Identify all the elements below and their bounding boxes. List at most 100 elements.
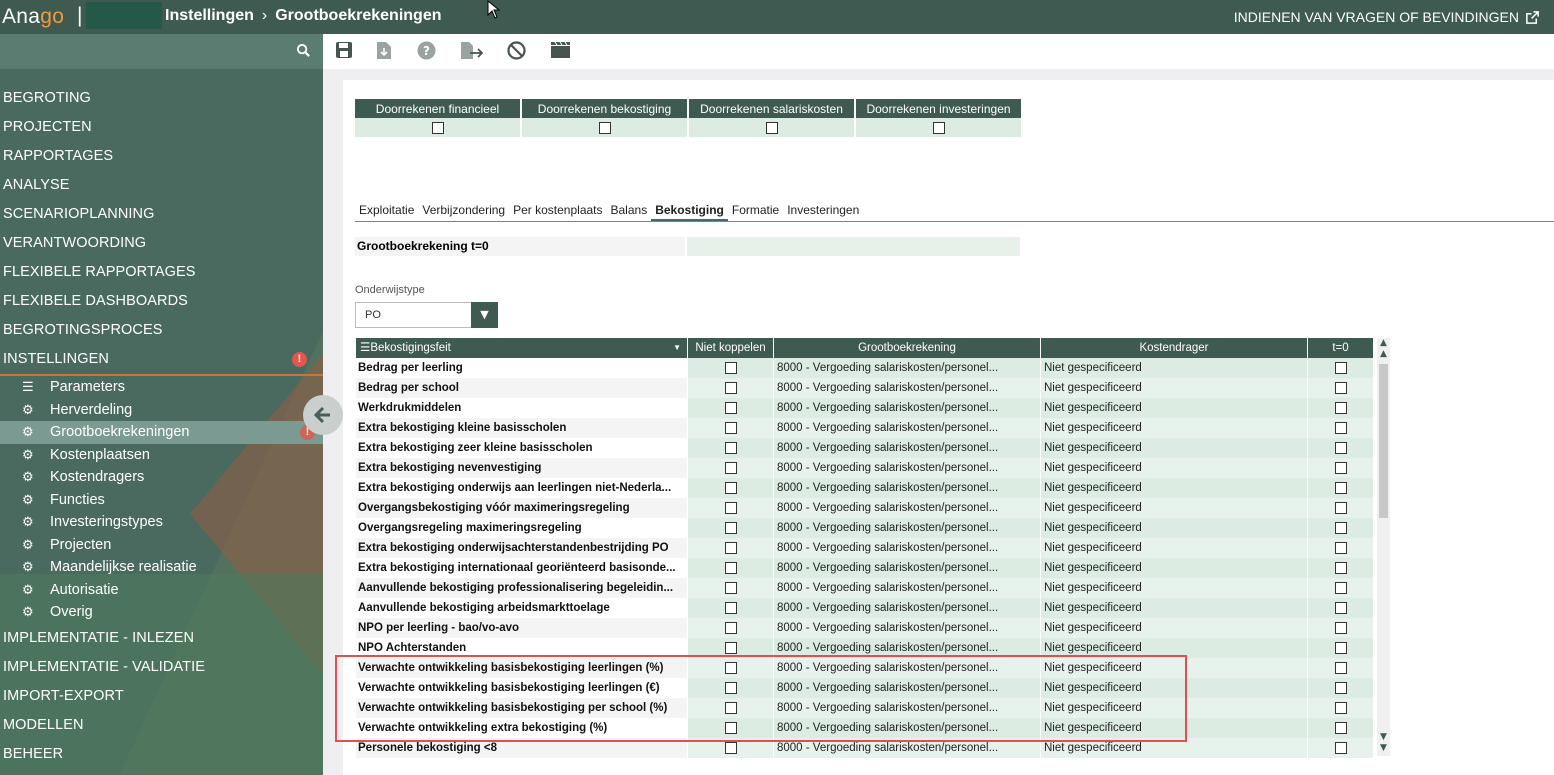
t0-checkbox[interactable] [1334, 561, 1347, 574]
kostendrager-cell[interactable]: Niet gespecificeerd [1041, 358, 1308, 378]
kostendrager-cell[interactable]: Niet gespecificeerd [1041, 538, 1308, 558]
grootboekrekening-cell[interactable]: 8000 - Vergoeding salariskosten/personel… [774, 598, 1041, 618]
grootboekrekening-cell[interactable]: 8000 - Vergoeding salariskosten/personel… [774, 498, 1041, 518]
niet-koppelen-checkbox[interactable] [724, 501, 737, 514]
grootboekrekening-cell[interactable]: 8000 - Vergoeding salariskosten/personel… [774, 618, 1041, 638]
table-row[interactable]: Extra bekostiging internationaal georiën… [356, 558, 1374, 578]
niet-koppelen-checkbox[interactable] [724, 361, 737, 374]
niet-koppelen-checkbox[interactable] [724, 621, 737, 634]
t0-checkbox[interactable] [1334, 541, 1347, 554]
tab-bekostiging[interactable]: Bekostiging [651, 202, 728, 221]
grootboekrekening-cell[interactable]: 8000 - Vergoeding salariskosten/personel… [774, 438, 1041, 458]
kostendrager-cell[interactable]: Niet gespecificeerd [1041, 618, 1308, 638]
menu-item-flexibele-rapportages[interactable]: FLEXIBELE RAPPORTAGES [0, 258, 323, 287]
doorrekenen-financieel-checkbox[interactable] [431, 122, 444, 135]
submenu-item-projecten[interactable]: ⚙ Projecten [0, 534, 323, 557]
niet-koppelen-checkbox[interactable] [724, 481, 737, 494]
t0-checkbox[interactable] [1334, 581, 1347, 594]
t0-checkbox[interactable] [1334, 421, 1347, 434]
t0-checkbox[interactable] [1334, 701, 1347, 714]
search-icon[interactable] [296, 43, 311, 62]
t0-checkbox[interactable] [1334, 521, 1347, 534]
niet-koppelen-checkbox[interactable] [724, 421, 737, 434]
niet-koppelen-checkbox[interactable] [724, 521, 737, 534]
menu-item-implementatie-validatie[interactable]: IMPLEMENTATIE - VALIDATIE [0, 653, 323, 682]
kostendrager-cell[interactable]: Niet gespecificeerd [1041, 498, 1308, 518]
menu-item-beheer[interactable]: BEHEER [0, 740, 323, 769]
submenu-item-investeringstypes[interactable]: ⚙ Investeringstypes [0, 511, 323, 534]
kostendrager-cell[interactable]: Niet gespecificeerd [1041, 418, 1308, 438]
save-icon[interactable] [333, 41, 355, 63]
onderwijstype-select[interactable]: PO ▼ [355, 302, 498, 328]
niet-koppelen-checkbox[interactable] [724, 741, 737, 754]
tab-investeringen[interactable]: Investeringen [783, 202, 863, 221]
menu-item-implementatie-inlezen[interactable]: IMPLEMENTATIE - INLEZEN [0, 624, 323, 653]
menu-item-instellingen[interactable]: INSTELLINGEN! [0, 345, 323, 374]
grootboekrekening-cell[interactable]: 8000 - Vergoeding salariskosten/personel… [774, 378, 1041, 398]
menu-item-begrotingsproces[interactable]: BEGROTINGSPROCES [0, 316, 323, 345]
t0-checkbox[interactable] [1334, 501, 1347, 514]
niet-koppelen-checkbox[interactable] [724, 441, 737, 454]
niet-koppelen-checkbox[interactable] [724, 461, 737, 474]
table-row[interactable]: NPO per leerling - bao/vo-avo 8000 - Verg… [356, 618, 1374, 638]
grootboek-t0-value[interactable] [687, 237, 1020, 256]
niet-koppelen-checkbox[interactable] [724, 401, 737, 414]
table-row[interactable]: Extra bekostiging onderwijsachterstanden… [356, 538, 1374, 558]
doorrekenen-salariskosten-checkbox[interactable] [765, 122, 778, 135]
submenu-item-grootboekrekeningen[interactable]: ⚙ Grootboekrekeningen! [0, 421, 323, 444]
t0-checkbox[interactable] [1334, 401, 1347, 414]
scrollbar-thumb[interactable] [1379, 364, 1388, 518]
grootboekrekening-cell[interactable]: 8000 - Vergoeding salariskosten/personel… [774, 478, 1041, 498]
grootboekrekening-cell[interactable]: 8000 - Vergoeding salariskosten/personel… [774, 398, 1041, 418]
niet-koppelen-checkbox[interactable] [724, 541, 737, 554]
grootboekrekening-cell[interactable]: 8000 - Vergoeding salariskosten/personel… [774, 558, 1041, 578]
column-header-bekostigingsfeit[interactable]: ☰Bekostigingsfeit ▼ [356, 338, 688, 358]
tab-balans[interactable]: Balans [607, 202, 652, 221]
t0-checkbox[interactable] [1334, 441, 1347, 454]
export-icon[interactable] [459, 41, 485, 63]
sidebar-search[interactable] [0, 34, 323, 69]
kostendrager-cell[interactable]: Niet gespecificeerd [1041, 438, 1308, 458]
scroll-up-icon[interactable]: ▲ ▲ [1377, 338, 1390, 362]
column-header-kostendrager[interactable]: Kostendrager [1041, 338, 1308, 358]
download-icon[interactable] [373, 41, 395, 63]
help-icon[interactable]: ? [415, 41, 437, 63]
submenu-item-autorisatie[interactable]: ⚙ Autorisatie [0, 579, 323, 602]
doorrekenen-investeringen-checkbox[interactable] [932, 122, 945, 135]
table-row[interactable]: Extra bekostiging zeer kleine basisschol… [356, 438, 1374, 458]
kostendrager-cell[interactable]: Niet gespecificeerd [1041, 578, 1308, 598]
submenu-item-parameters[interactable]: ☰ Parameters [0, 376, 323, 399]
niet-koppelen-checkbox[interactable] [724, 381, 737, 394]
t0-checkbox[interactable] [1334, 481, 1347, 494]
grid-scrollbar[interactable]: ▲ ▲ ▼ ▼ [1377, 338, 1390, 756]
table-row[interactable]: Bedrag per school 8000 - Vergoeding salar… [356, 378, 1374, 398]
table-row[interactable]: Aanvullende bekostiging professionaliser… [356, 578, 1374, 598]
kostendrager-cell[interactable]: Niet gespecificeerd [1041, 378, 1308, 398]
grootboekrekening-cell[interactable]: 8000 - Vergoeding salariskosten/personel… [774, 458, 1041, 478]
chevron-down-icon[interactable]: ▼ [471, 302, 498, 328]
tab-exploitatie[interactable]: Exploitatie [355, 202, 418, 221]
niet-koppelen-checkbox[interactable] [724, 601, 737, 614]
kostendrager-cell[interactable]: Niet gespecificeerd [1041, 518, 1308, 538]
grootboekrekening-cell[interactable]: 8000 - Vergoeding salariskosten/personel… [774, 518, 1041, 538]
submenu-item-overig[interactable]: ⚙ Overig [0, 601, 323, 624]
t0-checkbox[interactable] [1334, 661, 1347, 674]
hamburger-icon[interactable]: ☰ [360, 342, 370, 354]
grootboekrekening-cell[interactable]: 8000 - Vergoeding salariskosten/personel… [774, 538, 1041, 558]
kostendrager-cell[interactable]: Niet gespecificeerd [1041, 598, 1308, 618]
t0-checkbox[interactable] [1334, 381, 1347, 394]
niet-koppelen-checkbox[interactable] [724, 581, 737, 594]
t0-checkbox[interactable] [1334, 601, 1347, 614]
menu-item-import-export[interactable]: IMPORT-EXPORT [0, 682, 323, 711]
scroll-down-icon[interactable]: ▼ ▼ [1377, 732, 1390, 756]
submenu-item-functies[interactable]: ⚙ Functies [0, 489, 323, 512]
t0-checkbox[interactable] [1334, 461, 1347, 474]
menu-item-modellen[interactable]: MODELLEN [0, 711, 323, 740]
submenu-item-maandelijkse-realisatie[interactable]: ⚙ Maandelijkse realisatie [0, 556, 323, 579]
table-row[interactable]: Bedrag per leerling 8000 - Vergoeding sal… [356, 358, 1374, 378]
menu-item-rapportages[interactable]: RAPPORTAGES [0, 142, 323, 171]
niet-koppelen-checkbox[interactable] [724, 561, 737, 574]
report-issue-link[interactable]: INDIENEN VAN VRAGEN OF BEVINDINGEN [1234, 9, 1540, 25]
submenu-item-herverdeling[interactable]: ⚙ Herverdeling [0, 399, 323, 422]
t0-checkbox[interactable] [1334, 361, 1347, 374]
